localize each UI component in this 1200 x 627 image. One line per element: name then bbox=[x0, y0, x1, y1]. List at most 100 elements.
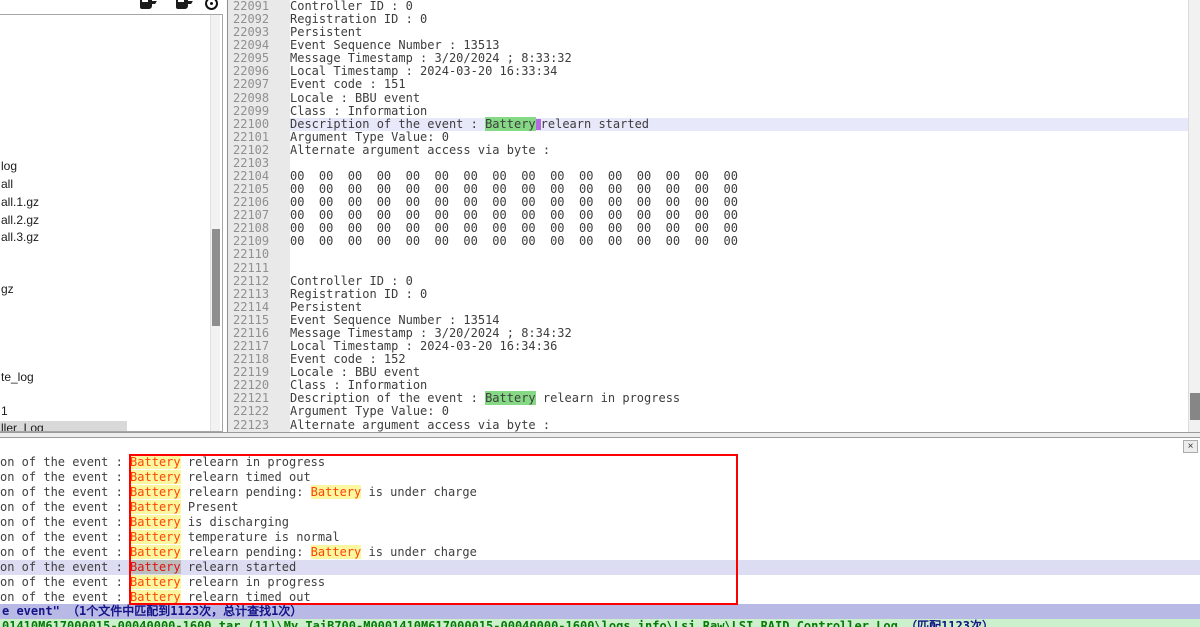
line-number: 22102 bbox=[228, 144, 290, 157]
line-number: 22115 bbox=[228, 314, 290, 327]
line-number: 22112 bbox=[228, 275, 290, 288]
file-tree-item[interactable]: 1 bbox=[0, 404, 8, 418]
search-result-row[interactable]: on of the event : Battery relearn in pro… bbox=[0, 575, 1200, 590]
result-text: relearn in progress bbox=[181, 455, 326, 469]
editor-scrollbar[interactable] bbox=[1188, 0, 1200, 432]
search-result-row[interactable]: on of the event : Battery relearn pendin… bbox=[0, 545, 1200, 560]
line-code: Event code : 152 bbox=[290, 353, 1188, 366]
line-number: 22110 bbox=[228, 248, 290, 261]
line-number: 22098 bbox=[228, 92, 290, 105]
close-icon[interactable]: × bbox=[1183, 440, 1198, 453]
editor-scrollbar-thumb[interactable] bbox=[1190, 393, 1200, 420]
line-number: 22123 bbox=[228, 419, 290, 432]
result-match: Battery bbox=[130, 515, 181, 529]
log-editor[interactable]: 22091Controller ID : 022092Registration … bbox=[227, 0, 1188, 432]
line-number: 22122 bbox=[228, 405, 290, 418]
line-text: Description of the event : bbox=[290, 117, 485, 131]
line-code: Registration ID : 0 bbox=[290, 288, 1188, 301]
result-prefix: on of the event : bbox=[0, 455, 130, 469]
line-number: 22114 bbox=[228, 301, 290, 314]
search-result-row[interactable]: on of the event : Battery temperature is… bbox=[0, 530, 1200, 545]
editor-line[interactable]: 22114Persistent bbox=[228, 301, 1188, 314]
match-count-text: （匹配1123次） bbox=[905, 619, 994, 627]
line-number: 22100 bbox=[228, 118, 290, 131]
file-tree-panel: log all all.1.gz all.2.gz all.3.gz gz te_log 1 l… bbox=[0, 14, 223, 432]
result-match: Battery bbox=[130, 575, 181, 589]
result-text: relearn timed out bbox=[181, 470, 311, 484]
line-code: 00 00 00 00 00 00 00 00 00 00 00 00 00 0… bbox=[290, 235, 1188, 248]
result-prefix: on of the event : bbox=[0, 560, 130, 574]
file-tree-item[interactable]: ller_Log bbox=[0, 421, 127, 432]
editor-line[interactable]: 22097Event code : 151 bbox=[228, 78, 1188, 91]
line-code: Argument Type Value: 0 bbox=[290, 405, 1188, 418]
line-code: Event code : 151 bbox=[290, 78, 1188, 91]
search-result-row[interactable]: on of the event : Battery relearn starte… bbox=[0, 560, 1200, 575]
line-number: 22099 bbox=[228, 105, 290, 118]
line-code: Alternate argument access via byte : bbox=[290, 419, 1188, 432]
editor-lines: 22091Controller ID : 022092Registration … bbox=[228, 0, 1188, 432]
line-code: Local Timestamp : 2024-03-20 16:33:34 bbox=[290, 65, 1188, 78]
file-tree-item[interactable]: log bbox=[0, 159, 17, 173]
result-text: relearn started bbox=[181, 560, 297, 574]
search-result-row[interactable]: on of the event : Battery is discharging bbox=[0, 515, 1200, 530]
line-code: Registration ID : 0 bbox=[290, 13, 1188, 26]
result-text: temperature is normal bbox=[181, 530, 340, 544]
file-tree-item[interactable]: gz bbox=[0, 282, 14, 296]
editor-line[interactable]: 2210900 00 00 00 00 00 00 00 00 00 00 00… bbox=[228, 235, 1188, 248]
line-code bbox=[290, 248, 1188, 261]
result-prefix: on of the event : bbox=[0, 590, 130, 604]
sidebar-scrollbar-thumb[interactable] bbox=[212, 229, 220, 326]
editor-line[interactable]: 22101Argument Type Value: 0 bbox=[228, 131, 1188, 144]
editor-line[interactable]: 22112Controller ID : 0 bbox=[228, 275, 1188, 288]
editor-line[interactable]: 22113Registration ID : 0 bbox=[228, 288, 1188, 301]
line-code: Persistent bbox=[290, 301, 1188, 314]
search-summary[interactable]: e event" （1个文件中匹配到1123次，总计查找1次） bbox=[0, 604, 1200, 619]
line-code: Description of the event : Batteryrelear… bbox=[290, 118, 1188, 131]
search-result-row[interactable]: on of the event : Battery Present bbox=[0, 500, 1200, 515]
editor-line[interactable]: 22098Locale : BBU event bbox=[228, 92, 1188, 105]
search-match-highlight: Battery bbox=[485, 391, 536, 405]
file-tree-item[interactable]: all bbox=[0, 177, 13, 191]
sidebar-scrollbar[interactable] bbox=[210, 15, 220, 431]
locate-target-icon[interactable] bbox=[203, 0, 221, 12]
search-result-row[interactable]: on of the event : Battery relearn timed … bbox=[0, 470, 1200, 485]
result-match: Battery bbox=[130, 560, 181, 574]
result-match: Battery bbox=[311, 545, 362, 559]
file-tree-item[interactable]: te_log bbox=[0, 370, 34, 384]
editor-line[interactable]: 22122Argument Type Value: 0 bbox=[228, 405, 1188, 418]
result-prefix: on of the event : bbox=[0, 515, 130, 529]
export-log-icon[interactable] bbox=[139, 0, 157, 12]
result-prefix: on of the event : bbox=[0, 470, 130, 484]
result-match: Battery bbox=[130, 500, 181, 514]
search-file-path-line[interactable]: 01410M617000015-00040000-1600.tar (11)\M… bbox=[0, 619, 1200, 627]
line-code: Event Sequence Number : 13514 bbox=[290, 314, 1188, 327]
editor-line[interactable]: 22111 bbox=[228, 262, 1188, 275]
result-text: relearn pending: bbox=[181, 545, 311, 559]
search-result-row[interactable]: on of the event : Battery relearn timed … bbox=[0, 590, 1200, 605]
line-number: 22113 bbox=[228, 288, 290, 301]
result-match: Battery bbox=[311, 485, 362, 499]
file-tree-item[interactable]: all.2.gz bbox=[0, 213, 39, 227]
editor-line[interactable]: 22100Description of the event : Batteryr… bbox=[228, 118, 1188, 131]
line-code: Controller ID : 0 bbox=[290, 275, 1188, 288]
line-code: Alternate argument access via byte : bbox=[290, 144, 1188, 157]
file-tree-item[interactable]: all.1.gz bbox=[0, 195, 39, 209]
export-log-2-icon[interactable] bbox=[175, 0, 193, 12]
editor-line[interactable]: 22115Event Sequence Number : 13514 bbox=[228, 314, 1188, 327]
line-number: 22111 bbox=[228, 262, 290, 275]
editor-line[interactable]: 22123Alternate argument access via byte … bbox=[228, 419, 1188, 432]
line-number: 22101 bbox=[228, 131, 290, 144]
line-code: Local Timestamp : 2024-03-20 16:34:36 bbox=[290, 340, 1188, 353]
file-tree-item[interactable]: all.3.gz bbox=[0, 230, 39, 244]
line-text: Description of the event : bbox=[290, 391, 485, 405]
search-result-row[interactable]: on of the event : Battery relearn in pro… bbox=[0, 455, 1200, 470]
editor-line[interactable]: 22110 bbox=[228, 248, 1188, 261]
editor-line[interactable]: 22102Alternate argument access via byte … bbox=[228, 144, 1188, 157]
line-text: relearn started bbox=[541, 117, 649, 131]
result-text: is under charge bbox=[361, 485, 477, 499]
line-code bbox=[290, 262, 1188, 275]
log-viewer-window: log all all.1.gz all.2.gz all.3.gz gz te_log 1 l… bbox=[0, 0, 1200, 627]
search-result-row[interactable]: on of the event : Battery relearn pendin… bbox=[0, 485, 1200, 500]
editor-line[interactable]: 22092Registration ID : 0 bbox=[228, 13, 1188, 26]
result-match: Battery bbox=[130, 470, 181, 484]
